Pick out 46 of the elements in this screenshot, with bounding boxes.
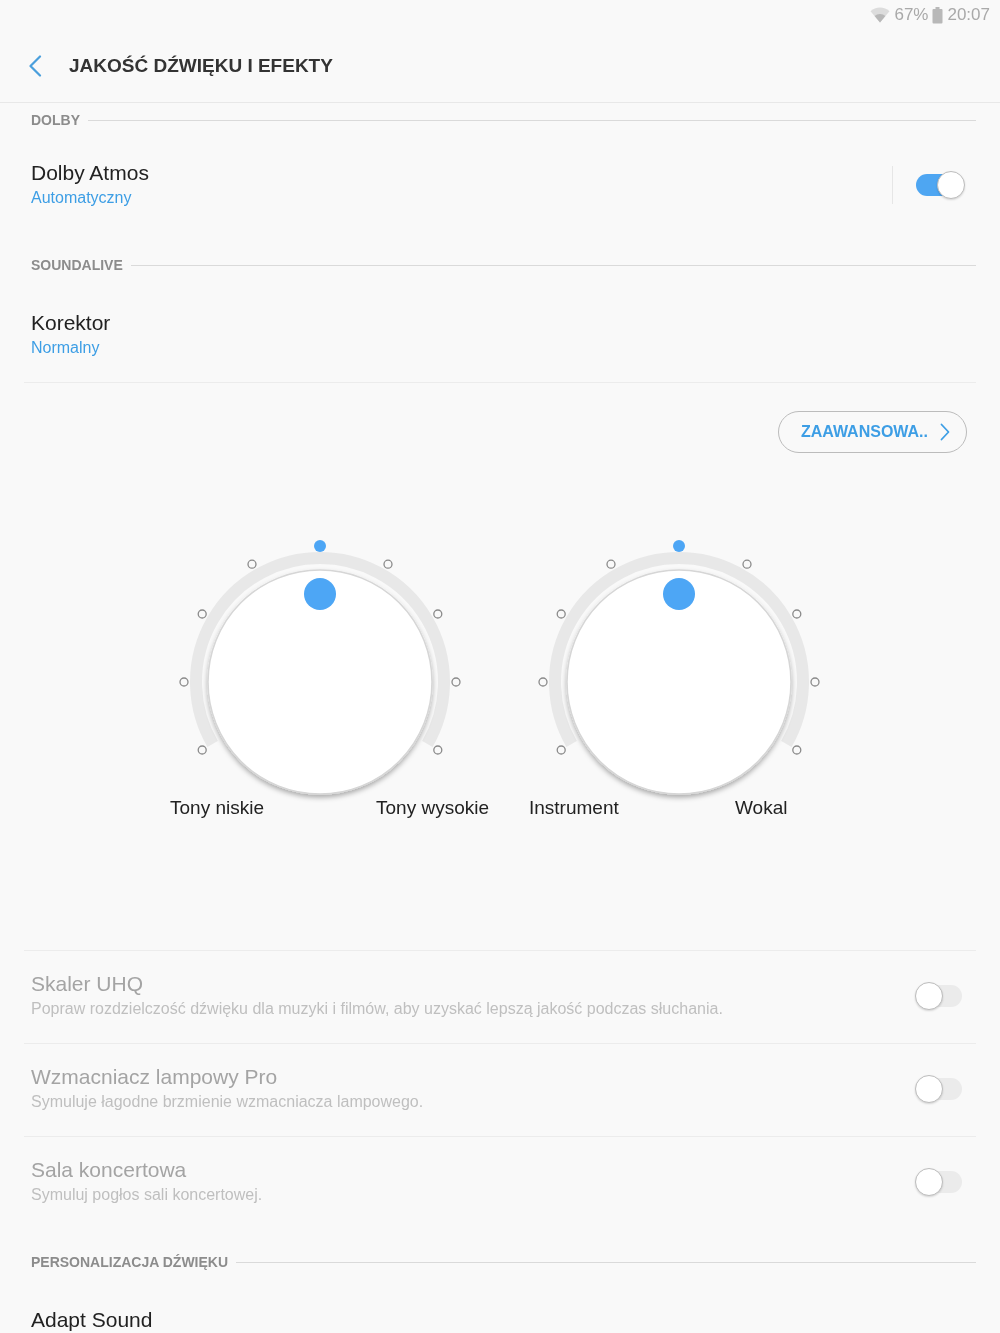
position-dot-icon bbox=[433, 745, 443, 755]
position-dot-icon bbox=[197, 745, 207, 755]
setting-description: Popraw rozdzielczość dźwięku dla muzyki i filmów, aby uzyskać lepszą jakość podczas słuchania. bbox=[31, 999, 724, 1019]
position-dot-icon bbox=[451, 677, 461, 687]
battery-icon bbox=[932, 6, 944, 24]
dial-label: Tony niskie bbox=[170, 796, 264, 820]
setting-description: Symuluje łagodne brzmienie wzmacniacza lampowego. bbox=[31, 1092, 425, 1112]
position-dot-icon bbox=[247, 559, 257, 569]
setting-value: Automatyczny bbox=[31, 188, 133, 208]
setting-title: Skaler UHQ bbox=[31, 971, 145, 997]
dial-knob[interactable] bbox=[207, 569, 433, 795]
position-dot-icon bbox=[383, 559, 393, 569]
position-dot-icon bbox=[556, 745, 566, 755]
position-dot-icon bbox=[556, 609, 566, 619]
dial-label: Instrument bbox=[529, 796, 619, 820]
position-dot-icon bbox=[742, 559, 752, 569]
setting-title[interactable]: Adapt Sound bbox=[31, 1307, 976, 1333]
position-dot-icon bbox=[606, 559, 616, 569]
position-dot-icon bbox=[179, 677, 189, 687]
chevron-right-icon bbox=[940, 423, 950, 441]
page-title: JAKOŚĆ DŹWIĘKU I EFEKTY bbox=[69, 54, 333, 78]
setting-description: Symuluj pogłos sali koncertowej. bbox=[31, 1185, 264, 1205]
toggle-switch[interactable] bbox=[915, 171, 965, 199]
section-title: PERSONALIZACJA DŹWIĘKU bbox=[31, 1253, 229, 1272]
dial-label: Tony wysokie bbox=[376, 796, 489, 820]
position-dot-icon bbox=[314, 540, 326, 552]
setting-title[interactable]: Dolby Atmos bbox=[31, 160, 892, 186]
setting-title[interactable]: Korektor bbox=[31, 310, 976, 336]
wifi-icon bbox=[870, 7, 891, 23]
setting-title: Sala koncertowa bbox=[31, 1157, 188, 1183]
position-dot-icon bbox=[538, 677, 548, 687]
section-title: SOUNDALIVE bbox=[31, 256, 123, 275]
section-title: DOLBY bbox=[31, 111, 80, 130]
setting-title: Wzmacniacz lampowy Pro bbox=[31, 1064, 279, 1090]
position-dot-icon bbox=[433, 609, 443, 619]
position-dot-icon bbox=[792, 745, 802, 755]
position-dot-icon bbox=[197, 609, 207, 619]
dial-knob[interactable] bbox=[566, 569, 792, 795]
position-dot-icon bbox=[810, 677, 820, 687]
clock-time: 20:07 bbox=[947, 4, 990, 26]
setting-value: Normalny bbox=[31, 338, 101, 358]
position-dot-icon bbox=[792, 609, 802, 619]
position-dot-icon bbox=[673, 540, 685, 552]
dial-label: Wokal bbox=[735, 796, 788, 820]
back-icon bbox=[28, 55, 42, 77]
battery-level: 67% bbox=[894, 4, 929, 26]
